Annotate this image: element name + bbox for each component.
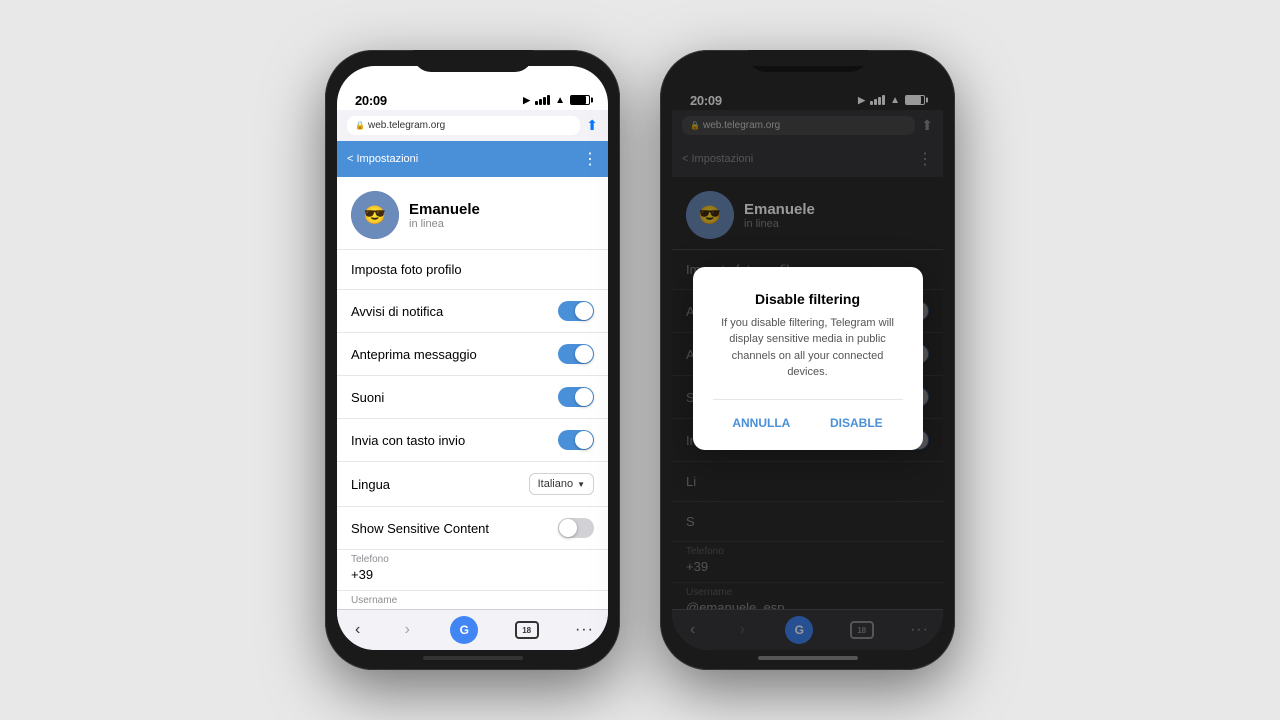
modal-disable-button[interactable]: DISABLE	[818, 412, 895, 434]
app-nav-left: < Impostazioni ⋮	[337, 141, 608, 177]
profile-status-left: in linea	[409, 218, 480, 230]
home-bar-right	[758, 656, 858, 660]
modal-overlay: Disable filtering If you disable filteri…	[672, 66, 943, 650]
settings-label-foto: Imposta foto profilo	[351, 262, 462, 277]
settings-label-sensitive: Show Sensitive Content	[351, 521, 489, 536]
dropdown-lingua[interactable]: Italiano ▼	[529, 473, 594, 495]
settings-item-suoni[interactable]: Suoni	[337, 376, 608, 419]
settings-item-foto[interactable]: Imposta foto profilo	[337, 250, 608, 290]
profile-section-left: 😎 Emanuele in linea	[337, 177, 608, 250]
toggle-notifica[interactable]	[558, 301, 594, 321]
modal-actions: ANNULLA DISABLE	[713, 399, 903, 434]
url-text-left: web.telegram.org	[368, 120, 445, 131]
modal-title: Disable filtering	[713, 291, 903, 307]
toggle-sensitive[interactable]	[558, 518, 594, 538]
location-icon-left: ▶	[523, 95, 530, 106]
settings-item-invio[interactable]: Invia con tasto invio	[337, 419, 608, 462]
field-label-username: Username	[351, 595, 594, 606]
more-button-left[interactable]: ···	[575, 621, 594, 639]
field-label-telefono: Telefono	[351, 554, 594, 565]
avatar-left: 😎	[351, 191, 399, 239]
url-bar-left[interactable]: 🔒 web.telegram.org	[347, 116, 580, 135]
phone-inner-left: 20:09 ▶ ▲ 🔒	[337, 66, 608, 650]
scene: 20:09 ▶ ▲ 🔒	[0, 0, 1280, 720]
phone-inner-right: 20:09 ▶ ▲ 🔒	[672, 66, 943, 650]
toggle-thumb-invio	[575, 431, 593, 449]
phone-right: 20:09 ▶ ▲ 🔒	[660, 50, 955, 670]
phone-left: 20:09 ▶ ▲ 🔒	[325, 50, 620, 670]
signal-bars-left	[535, 95, 550, 105]
wifi-icon-left: ▲	[555, 95, 565, 106]
settings-item-sensitive[interactable]: Show Sensitive Content	[337, 507, 608, 550]
signal-bar-2	[539, 99, 542, 105]
toggle-thumb-anteprima	[575, 345, 593, 363]
lock-icon-left: 🔒	[355, 121, 365, 130]
disable-filtering-modal: Disable filtering If you disable filteri…	[693, 267, 923, 450]
settings-item-lingua[interactable]: Lingua Italiano ▼	[337, 462, 608, 507]
toggle-invio[interactable]	[558, 430, 594, 450]
signal-bar-3	[543, 97, 546, 105]
signal-bar-4	[547, 95, 550, 105]
toggle-anteprima[interactable]	[558, 344, 594, 364]
modal-body: If you disable filtering, Telegram will …	[713, 315, 903, 381]
settings-label-suoni: Suoni	[351, 390, 384, 405]
settings-item-anteprima[interactable]: Anteprima messaggio	[337, 333, 608, 376]
notch-left	[413, 50, 533, 72]
settings-label-lingua: Lingua	[351, 477, 390, 492]
field-telefono: Telefono +39	[337, 550, 608, 591]
toggle-thumb-sensitive	[559, 519, 577, 537]
status-time-left: 20:09	[355, 93, 387, 108]
modal-cancel-button[interactable]: ANNULLA	[720, 412, 802, 434]
browser-back-button-left[interactable]: ‹	[351, 619, 364, 641]
browser-bar-left: 🔒 web.telegram.org ⬆	[337, 110, 608, 141]
chevron-down-icon: ▼	[577, 480, 585, 489]
status-bar-left: 20:09 ▶ ▲	[337, 66, 608, 110]
settings-label-anteprima: Anteprima messaggio	[351, 347, 477, 362]
battery-icon-left	[570, 95, 590, 105]
google-button-left[interactable]: G	[450, 616, 478, 644]
status-icons-left: ▶ ▲	[523, 95, 590, 106]
settings-label-notifica: Avvisi di notifica	[351, 304, 443, 319]
field-username: Username @emanuele_esp	[337, 591, 608, 609]
settings-label-invio: Invia con tasto invio	[351, 433, 465, 448]
home-bar-left	[423, 656, 523, 660]
signal-bar-1	[535, 101, 538, 105]
avatar-emoji-left: 😎	[364, 205, 386, 226]
battery-fill-left	[571, 96, 586, 104]
browser-bottom-left: ‹ › G 18 ···	[337, 609, 608, 650]
profile-name-left: Emanuele	[409, 201, 480, 218]
nav-more-left[interactable]: ⋮	[582, 149, 598, 169]
profile-info-left: Emanuele in linea	[409, 201, 480, 230]
browser-forward-button-left[interactable]: ›	[401, 619, 414, 641]
toggle-thumb-suoni	[575, 388, 593, 406]
toggle-thumb-notifica	[575, 302, 593, 320]
field-value-telefono: +39	[351, 567, 594, 582]
settings-list-left: Imposta foto profilo Avvisi di notifica …	[337, 250, 608, 609]
avatar-img-left: 😎	[351, 191, 399, 239]
toggle-suoni[interactable]	[558, 387, 594, 407]
dropdown-value-lingua: Italiano	[538, 478, 573, 490]
settings-item-notifica[interactable]: Avvisi di notifica	[337, 290, 608, 333]
share-button-left[interactable]: ⬆	[586, 117, 598, 134]
tab-button-left[interactable]: 18	[515, 621, 539, 639]
nav-back-left[interactable]: < Impostazioni	[347, 153, 418, 165]
